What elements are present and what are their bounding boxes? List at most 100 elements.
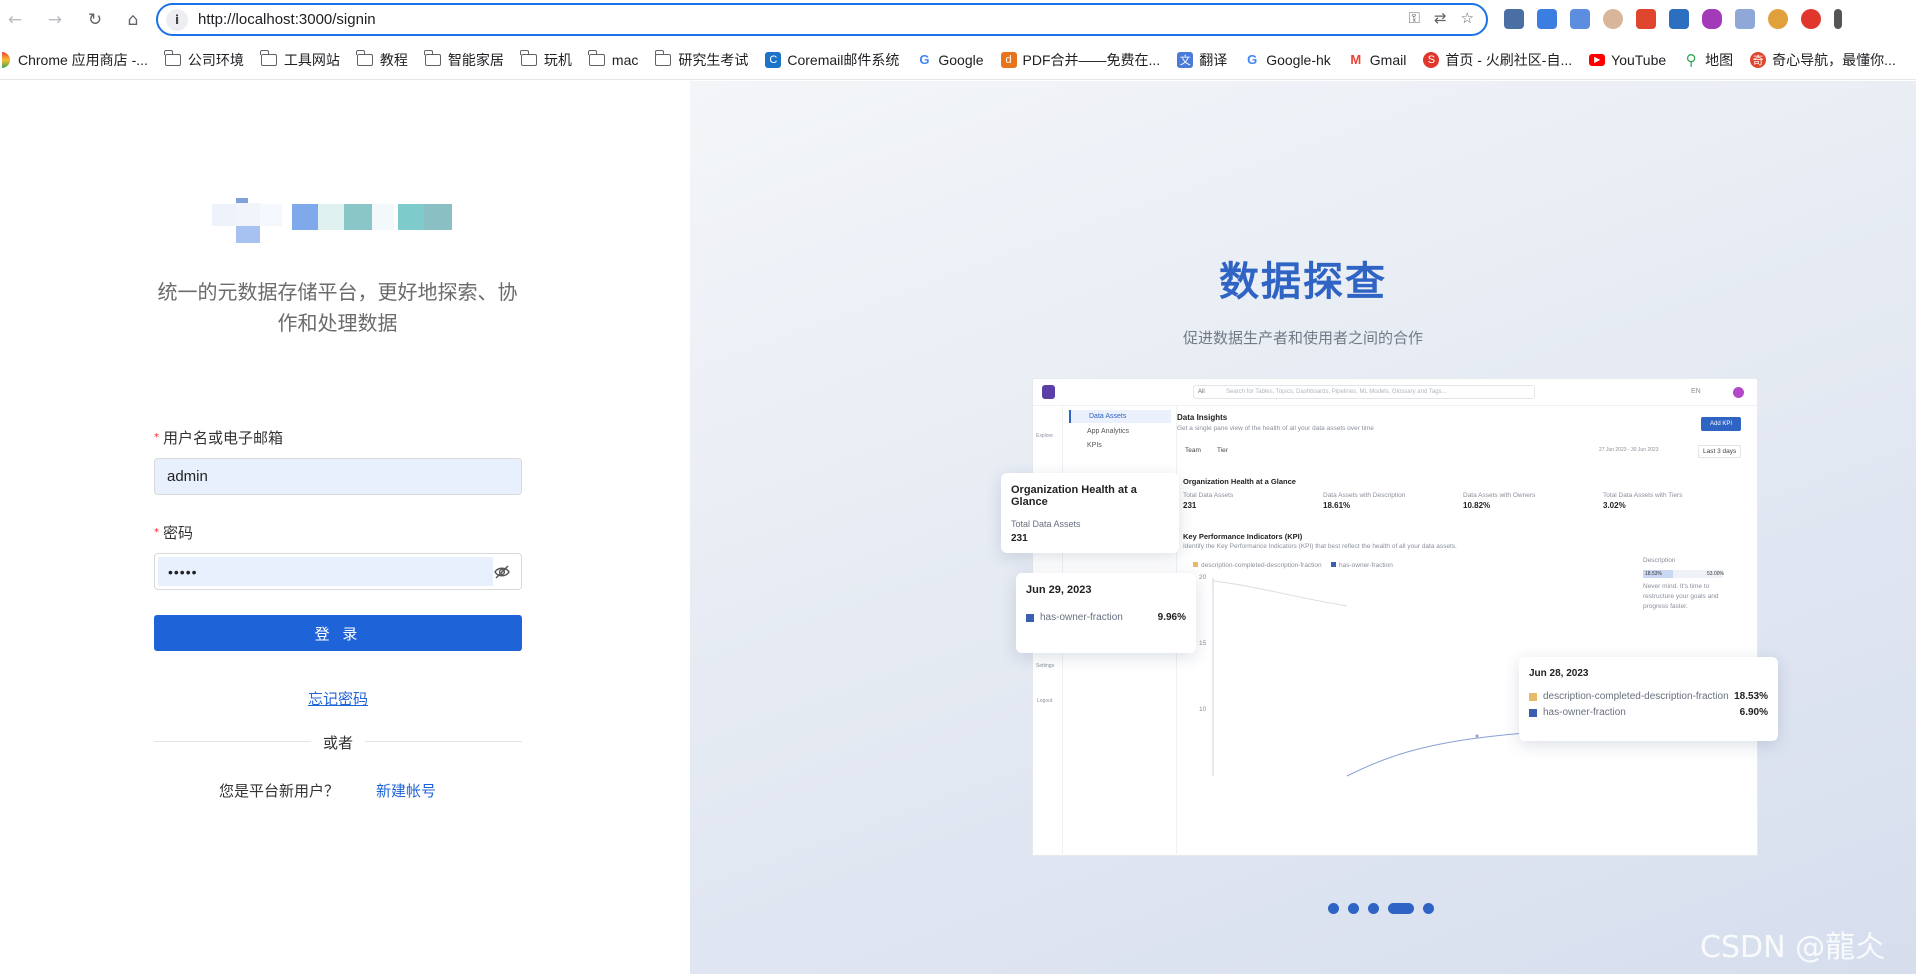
tooltip-date: Jun 29, 2023	[1026, 584, 1092, 596]
url-text[interactable]: http://localhost:3000/signin	[198, 11, 376, 28]
extension-icon[interactable]	[1735, 9, 1755, 29]
password-input[interactable]: •••••	[154, 553, 522, 590]
login-panel: 统一的元数据存储平台，更好地探索、协作和处理数据 * 用户名或电子邮箱 admin…	[0, 81, 690, 974]
org-health-card-title: Organization Health at a Glance	[1011, 484, 1137, 508]
maps-icon: ⚲	[1685, 51, 1697, 69]
bookmark-folder[interactable]: 公司环境	[164, 49, 244, 70]
carousel-dot[interactable]	[1328, 903, 1339, 914]
eye-invisible-icon[interactable]	[493, 563, 511, 581]
preview-nav-item: Data Assets	[1069, 410, 1171, 423]
login-button[interactable]: 登 录	[154, 615, 522, 651]
extension-icon[interactable]	[1669, 9, 1689, 29]
pdf-icon: d	[1000, 51, 1017, 68]
home-icon[interactable]: ⌂	[118, 5, 148, 35]
coremail-icon: C	[765, 51, 782, 68]
tooltip-card-jun28: Jun 28, 2023 description-completed-descr…	[1519, 657, 1778, 741]
extension-icon[interactable]	[1537, 9, 1557, 29]
tooltip-series: has-owner-fraction	[1040, 612, 1123, 623]
bookmark-label: Google	[938, 51, 984, 68]
bookmark-folder[interactable]: 智能家居	[424, 49, 504, 70]
carousel-dot-active[interactable]	[1388, 903, 1414, 914]
bookmark-folder[interactable]: mac	[588, 49, 638, 68]
bookmark-label: 翻译	[1199, 51, 1228, 68]
bookmark-google-hk[interactable]: G Google-hk	[1244, 52, 1331, 68]
bookmark-star-icon[interactable]: ☆	[1461, 9, 1474, 27]
back-arrow-icon[interactable]: ←	[0, 5, 30, 35]
bookmark-folder[interactable]: 研究生考试	[654, 49, 749, 70]
extension-icon[interactable]	[1702, 9, 1722, 29]
bookmark-label: 首页 - 火刷社区-自...	[1445, 51, 1573, 68]
bookmark-maps[interactable]: ⚲ 地图	[1683, 50, 1734, 70]
password-key-icon[interactable]: ⚿	[1409, 9, 1420, 27]
translate-icon: 文	[1177, 51, 1194, 68]
carousel-dot[interactable]	[1348, 903, 1359, 914]
huoshua-icon: S	[1423, 51, 1440, 68]
address-bar[interactable]: i http://localhost:3000/signin ⚿ ⇄ ☆	[156, 3, 1488, 36]
bookmark-coremail[interactable]: C Coremail邮件系统	[765, 50, 899, 70]
bookmark-pdf[interactable]: d PDF合并——免费在...	[1000, 50, 1161, 70]
extension-icon[interactable]	[1603, 9, 1623, 29]
preview-side-value: 53.00%	[1707, 571, 1724, 577]
extension-icon[interactable]	[1504, 9, 1524, 29]
preview-chart	[1212, 578, 1599, 777]
extension-icon[interactable]	[1834, 9, 1842, 29]
preview-nav-item: App Analytics	[1087, 428, 1130, 435]
bookmark-folder[interactable]: 玩机	[520, 49, 572, 70]
extension-icon[interactable]	[1768, 9, 1788, 29]
bookmark-chrome-store[interactable]: Chrome 应用商店 -...	[2, 50, 148, 70]
translate-page-icon[interactable]: ⇄	[1434, 9, 1447, 27]
bookmark-label: 玩机	[543, 51, 572, 68]
bookmark-huoshua[interactable]: S 首页 - 火刷社区-自...	[1423, 50, 1572, 70]
preview-nav-settings: Settings	[1036, 663, 1055, 669]
bookmark-label: Gmail	[1369, 51, 1407, 68]
or-divider-text: 或者	[311, 732, 365, 753]
forward-arrow-icon[interactable]: →	[40, 5, 70, 35]
password-label-text: 密码	[163, 524, 194, 542]
folder-icon	[164, 49, 181, 66]
bookmark-google[interactable]: G Google	[916, 52, 983, 68]
bookmark-label: 教程	[379, 51, 408, 68]
password-label: * 密码	[154, 524, 194, 542]
username-input[interactable]: admin	[154, 458, 522, 495]
folder-icon	[520, 49, 537, 66]
preview-lang: EN	[1691, 388, 1701, 395]
folder-icon	[356, 49, 373, 66]
tooltip-value: 18.53%	[1734, 691, 1768, 702]
username-label: * 用户名或电子邮箱	[154, 429, 284, 447]
new-user-prompt: 您是平台新用户？	[219, 782, 340, 800]
bookmark-youtube[interactable]: ▶ YouTube	[1589, 52, 1666, 68]
carousel-dots	[1328, 903, 1434, 914]
bookmark-label: Google-hk	[1266, 51, 1331, 68]
tooltip-row: has-owner-fraction 9.96%	[1026, 612, 1186, 623]
bookmark-folder[interactable]: 教程	[356, 49, 408, 70]
bookmark-gmail[interactable]: M Gmail	[1348, 51, 1407, 68]
tooltip-series: description-completed-description-fracti…	[1543, 691, 1729, 702]
carousel-dot[interactable]	[1423, 903, 1434, 914]
extension-icon[interactable]	[1801, 9, 1821, 29]
bookmark-translate[interactable]: 文翻译	[1177, 50, 1227, 70]
bookmark-label: 工具网站	[283, 51, 340, 68]
username-label-text: 用户名或电子邮箱	[163, 429, 284, 447]
bookmark-label: Chrome 应用商店 -...	[18, 51, 148, 68]
site-info-icon[interactable]: i	[166, 8, 188, 31]
org-health-card: Organization Health at a Glance Total Da…	[1001, 473, 1179, 553]
preview-avatar	[1733, 387, 1744, 398]
bookmarks-bar: Chrome 应用商店 -... 公司环境 工具网站 教程 智能家居 玩机 ma…	[0, 40, 1916, 80]
extensions-bar	[1504, 9, 1842, 29]
carousel-dot[interactable]	[1368, 903, 1379, 914]
reload-icon[interactable]: ↻	[80, 5, 110, 35]
bookmark-qixin[interactable]: 奇奇心导航，最懂你...	[1750, 50, 1896, 70]
password-value[interactable]: •••••	[158, 557, 493, 586]
bookmark-label: 研究生考试	[678, 51, 749, 68]
org-health-card-value: 231	[1011, 533, 1028, 544]
extension-icon[interactable]	[1636, 9, 1656, 29]
bookmark-folder[interactable]: 工具网站	[260, 49, 340, 70]
series-swatch	[1529, 708, 1537, 717]
google-icon: G	[1247, 52, 1258, 67]
preview-nav-item: KPIs	[1087, 442, 1102, 449]
forgot-password-link[interactable]: 忘记密码	[154, 688, 522, 709]
tooltip-card-jun29: Jun 29, 2023 has-owner-fraction 9.96%	[1016, 573, 1196, 653]
signup-link[interactable]: 新建帐号	[376, 780, 436, 801]
bookmark-label: PDF合并——免费在...	[1022, 51, 1161, 68]
extension-icon[interactable]	[1570, 9, 1590, 29]
